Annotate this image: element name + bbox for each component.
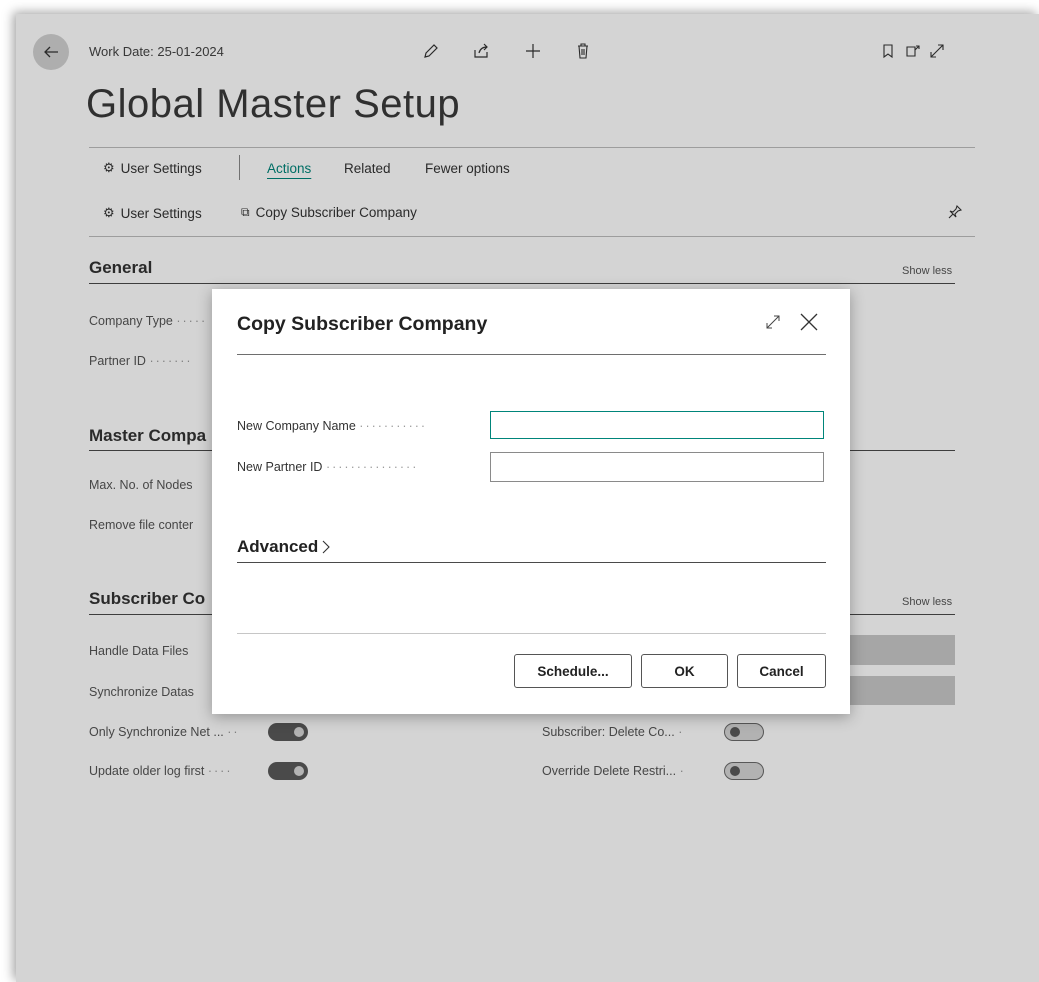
- advanced-divider: [237, 562, 826, 563]
- new-partner-id-label: New Partner ID ···············: [237, 460, 419, 474]
- ok-button[interactable]: OK: [641, 654, 728, 688]
- new-company-name-label: New Company Name ···········: [237, 419, 428, 433]
- dialog-expand-button[interactable]: [764, 313, 782, 336]
- chevron-right-icon: [322, 540, 331, 554]
- dialog-footer-divider: [237, 633, 826, 634]
- new-partner-id-input[interactable]: [490, 452, 824, 482]
- dialog-title: Copy Subscriber Company: [237, 313, 488, 335]
- schedule-button[interactable]: Schedule...: [514, 654, 632, 688]
- new-company-name-input[interactable]: [490, 411, 824, 439]
- close-icon: [800, 313, 818, 331]
- advanced-expander[interactable]: Advanced: [237, 537, 332, 557]
- copy-subscriber-company-dialog: Copy Subscriber Company New Company Name…: [212, 289, 850, 714]
- dialog-title-divider: [237, 354, 826, 355]
- dialog-expand-icon: [766, 315, 780, 329]
- cancel-button[interactable]: Cancel: [737, 654, 826, 688]
- dialog-close-button[interactable]: [798, 311, 820, 338]
